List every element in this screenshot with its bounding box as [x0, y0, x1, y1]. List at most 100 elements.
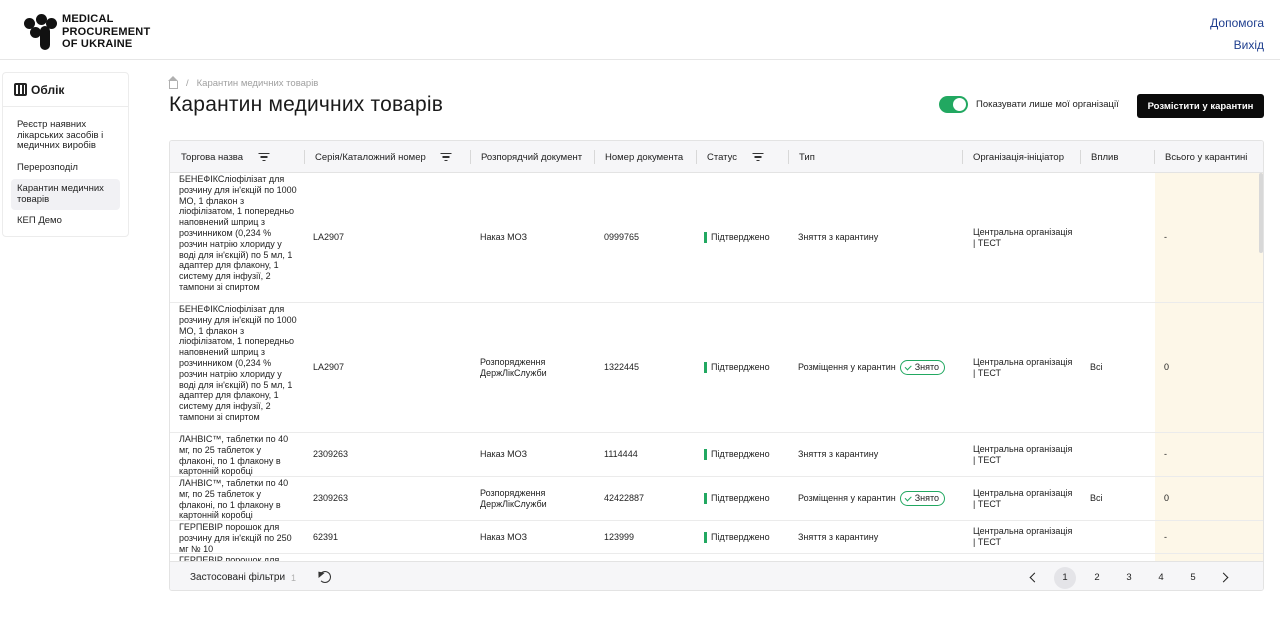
table-row[interactable]: ЛАНВІС™, таблетки по 40 мг, по 25 таблет…: [170, 433, 1263, 477]
cell-status: Підтверджено: [704, 433, 770, 476]
status-indicator: [704, 449, 707, 460]
removed-badge: Знято: [899, 360, 946, 375]
cell-total: -: [1164, 531, 1167, 542]
breadcrumb-current: Карантин медичних товарів: [196, 78, 319, 89]
reset-filters-icon[interactable]: [319, 571, 331, 583]
sidebar-header[interactable]: Облік: [3, 73, 128, 107]
cell-doc-number: 123999: [604, 531, 635, 542]
type-text: Розміщення у карантин: [798, 493, 896, 504]
column-header-total[interactable]: Всього у карантині: [1154, 141, 1247, 173]
header-links: Допомога Вихід: [1210, 12, 1264, 56]
cell-total: 0: [1164, 362, 1170, 373]
my-orgs-toggle-group: Показувати лише мої організації: [939, 96, 1119, 113]
trade-name-text: ЛАНВІС™, таблетки по 40 мг, по 25 таблет…: [179, 478, 289, 521]
page-button[interactable]: 5: [1182, 567, 1204, 589]
applied-filters[interactable]: Застосовані фільтри 1: [190, 562, 296, 590]
column-header-status[interactable]: Статус: [696, 141, 764, 173]
column-header-type[interactable]: Тип: [788, 141, 815, 173]
cell-impact: Всі: [1090, 493, 1103, 504]
sidebar-item-kep-demo[interactable]: КЕП Демо: [11, 211, 120, 232]
cell-document: Розпорядження ДержЛікСлужби: [480, 356, 547, 378]
place-in-quarantine-button[interactable]: Розмістити у карантин: [1137, 94, 1264, 118]
logo[interactable]: MEDICAL PROCUREMENT OF UKRAINE: [24, 13, 150, 51]
column-header-doc-number[interactable]: Номер документа: [594, 141, 683, 173]
cell-type: Зняття з карантину: [798, 173, 878, 302]
next-page-button[interactable]: [1214, 567, 1236, 589]
cell-series: LA2907: [313, 362, 345, 373]
column-header-label: Торгова назва: [181, 151, 244, 163]
cell-org: Центральна організація | ТЕСТ: [973, 356, 1073, 378]
applied-filters-label: Застосовані фільтри: [190, 572, 286, 583]
prev-page-button[interactable]: [1022, 567, 1044, 589]
page-button[interactable]: 2: [1086, 567, 1108, 589]
status-text: Підтверджено: [711, 449, 770, 460]
page-button[interactable]: 3: [1118, 567, 1140, 589]
table-row[interactable]: ЛАНВІС™, таблетки по 40 мг, по 25 таблет…: [170, 477, 1263, 521]
badge-text: Знято: [914, 493, 940, 504]
cell-trade-name: ЛАНВІС™, таблетки по 40 мг, по 25 таблет…: [179, 477, 297, 520]
sidebar: Облік Реєстр наявних лікарських засобів …: [2, 72, 129, 237]
status-indicator: [704, 531, 707, 543]
home-icon[interactable]: [168, 76, 178, 89]
cell-series: 62391: [313, 531, 339, 542]
my-orgs-toggle[interactable]: [939, 96, 968, 113]
sidebar-title: Облік: [31, 82, 65, 97]
breadcrumb: / Карантин медичних товарів: [168, 76, 319, 89]
cell-doc-number: 1322445: [604, 362, 640, 373]
sidebar-item-registry[interactable]: Реєстр наявних лікарських засобів і меди…: [11, 115, 120, 157]
table-row[interactable]: БЕНЕФІКСліофілізат для розчину для ін'єк…: [170, 303, 1263, 433]
logo-text: MEDICAL PROCUREMENT OF UKRAINE: [62, 13, 150, 51]
chevron-left-icon: [1029, 572, 1040, 583]
cell-document: Наказ МОЗ: [480, 232, 528, 243]
filter-icon[interactable]: [258, 152, 270, 162]
column-header-label: Організація-ініціатор: [973, 151, 1064, 163]
status-text: Підтверджено: [711, 531, 770, 542]
cell-trade-name: БЕНЕФІКСліофілізат для розчину для ін'єк…: [179, 303, 297, 432]
column-header-org[interactable]: Організація-ініціатор: [962, 141, 1064, 173]
column-header-series[interactable]: Серія/Каталожний номер: [304, 141, 452, 173]
sidebar-item-quarantine[interactable]: Карантин медичних товарів: [11, 179, 120, 210]
trade-name-text: БЕНЕФІКСліофілізат для розчину для ін'єк…: [179, 304, 297, 422]
table-footer: Застосовані фільтри 1 1 2 3 4 5: [170, 561, 1263, 590]
cell-doc-number: 1114444: [604, 449, 638, 460]
table-row[interactable]: ГЕРПЕВІР порошок для розчину для ін'єкці…: [170, 521, 1263, 554]
logout-link[interactable]: Вихід: [1210, 34, 1264, 56]
help-link[interactable]: Допомога: [1210, 12, 1264, 34]
cell-org: Центральна організація | ТЕСТ: [973, 226, 1073, 248]
trade-name-text: ГЕРПЕВІР порошок для розчину для ін'єкці…: [179, 522, 292, 554]
breadcrumb-separator: /: [186, 78, 189, 89]
cell-doc-number: 42422887: [604, 493, 645, 504]
cell-org: Центральна організація | ТЕСТ: [973, 443, 1073, 465]
chevron-right-icon: [1218, 572, 1229, 583]
table-scrollbar[interactable]: [1259, 173, 1263, 253]
table-row[interactable]: БЕНЕФІКСліофілізат для розчину для ін'єк…: [170, 173, 1263, 303]
cell-type: Зняття з карантину: [798, 521, 878, 553]
removed-badge: Знято: [899, 491, 946, 506]
cell-series: LA2907: [313, 232, 345, 243]
column-header-trade-name[interactable]: Торгова назва: [170, 141, 270, 173]
filter-icon[interactable]: [440, 152, 452, 162]
quarantine-table: Торгова назва Серія/Каталожний номер Роз…: [169, 140, 1264, 591]
page-button[interactable]: 4: [1150, 567, 1172, 589]
page-button[interactable]: 1: [1054, 566, 1076, 589]
cell-trade-name: ГЕРПЕВІР порошок для розчину для ін'єкці…: [179, 521, 297, 554]
ledger-icon: [14, 83, 27, 96]
type-text: Зняття з карантину: [798, 449, 879, 460]
status-text: Підтверджено: [711, 493, 770, 504]
column-header-document[interactable]: Розпорядчий документ: [470, 141, 582, 173]
column-header-label: Статус: [707, 151, 738, 163]
logo-line: PROCUREMENT: [62, 25, 151, 38]
my-orgs-toggle-label: Показувати лише мої організації: [976, 99, 1119, 110]
page-title: Карантин медичних товарів: [169, 93, 444, 116]
filter-icon[interactable]: [752, 152, 764, 162]
cell-org: Центральна організація | ТЕСТ: [973, 526, 1073, 547]
sidebar-item-redistribution[interactable]: Перерозподіл: [11, 158, 120, 179]
cell-total: 0: [1164, 493, 1170, 504]
status-text: Підтверджено: [711, 362, 770, 373]
cell-status: Підтверджено: [704, 521, 770, 553]
cell-doc-number: 0999765: [604, 232, 640, 243]
check-icon: [904, 494, 912, 501]
column-header-impact[interactable]: Вплив: [1080, 141, 1118, 173]
cell-document: Наказ МОЗ: [480, 449, 528, 460]
logo-icon: [24, 13, 58, 50]
